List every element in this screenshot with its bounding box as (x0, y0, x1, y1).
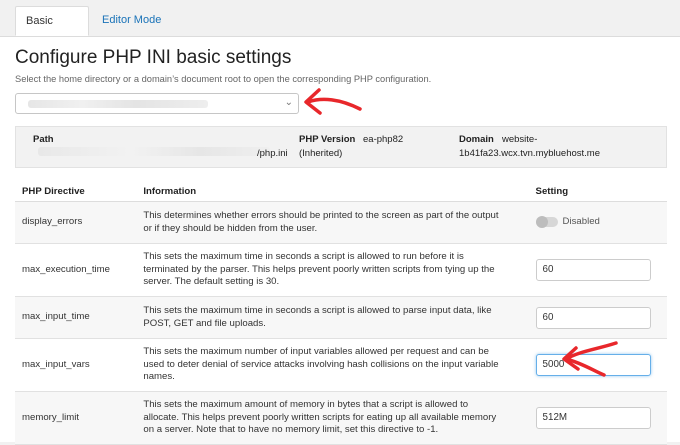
php-directives-table: PHP Directive Information Setting displa… (15, 181, 667, 445)
table-header-row: PHP Directive Information Setting (15, 181, 667, 202)
domain-value: website- (502, 134, 538, 145)
max-execution-time-input[interactable]: 60 (535, 259, 651, 281)
setting-cell: 60 (528, 296, 667, 339)
setting-cell: 512M (528, 391, 667, 445)
tab-editor-mode[interactable]: Editor Mode (92, 6, 172, 36)
php-version-note: (Inherited) (299, 148, 343, 159)
path-value-redacted (38, 147, 270, 156)
select-value-redacted (28, 100, 208, 108)
domain-label: Domain (459, 134, 494, 145)
table-row-max-input-time: max_input_time This sets the maximum tim… (15, 296, 667, 339)
path-value: /php.ini (257, 148, 288, 159)
domain-value-continued: 1b41fa23.wcx.tvn.mybluehost.me (459, 148, 600, 159)
php-version-value: ea-php82 (363, 134, 404, 145)
domain-select[interactable]: ⌄ (15, 93, 299, 114)
php-version-label: PHP Version (299, 134, 356, 145)
directive-name: memory_limit (15, 391, 137, 445)
directive-name: max_execution_time (15, 243, 137, 297)
path-label: Path (33, 134, 54, 145)
directive-info: This sets the maximum number of input va… (136, 338, 529, 392)
directive-name: display_errors (15, 201, 137, 244)
page-title: Configure PHP INI basic settings (15, 47, 292, 68)
directive-info: This sets the maximum time in seconds a … (136, 296, 529, 339)
directive-info: This sets the maximum time in seconds a … (136, 243, 529, 297)
header-directive: PHP Directive (15, 181, 137, 202)
toggle-label: Disabled (562, 215, 600, 227)
memory-limit-input[interactable]: 512M (535, 407, 651, 429)
table-row-memory-limit: memory_limit This sets the maximum amoun… (15, 391, 667, 445)
table-row-max-execution-time: max_execution_time This sets the maximum… (15, 243, 667, 297)
setting-cell: Disabled (528, 201, 667, 244)
directive-name: max_input_vars (15, 338, 137, 392)
annotation-arrow-icon (304, 88, 362, 115)
max-input-time-input[interactable]: 60 (535, 306, 651, 329)
header-setting: Setting (528, 181, 667, 202)
annotation-arrow-icon (562, 341, 618, 377)
page-subtitle: Select the home directory or a domain’s … (15, 74, 432, 84)
directive-name: max_input_time (15, 296, 137, 339)
header-information: Information (136, 181, 529, 202)
display-errors-toggle[interactable] (535, 216, 558, 229)
php-info-bar: Path /php.ini PHP Version ea-php82 (Inhe… (15, 126, 667, 168)
setting-cell: 60 (528, 243, 667, 297)
mode-tabs: Basic Mode Editor Mode (0, 0, 680, 56)
toggle-knob (535, 216, 548, 229)
directive-info: This sets the maximum amount of memory i… (136, 391, 529, 445)
chevron-down-icon: ⌄ (284, 97, 293, 108)
directive-info: This determines whether errors should be… (136, 201, 529, 244)
table-row-display-errors: display_errors This determines whether e… (15, 201, 667, 244)
tab-basic-mode[interactable]: Basic Mode (15, 6, 89, 56)
